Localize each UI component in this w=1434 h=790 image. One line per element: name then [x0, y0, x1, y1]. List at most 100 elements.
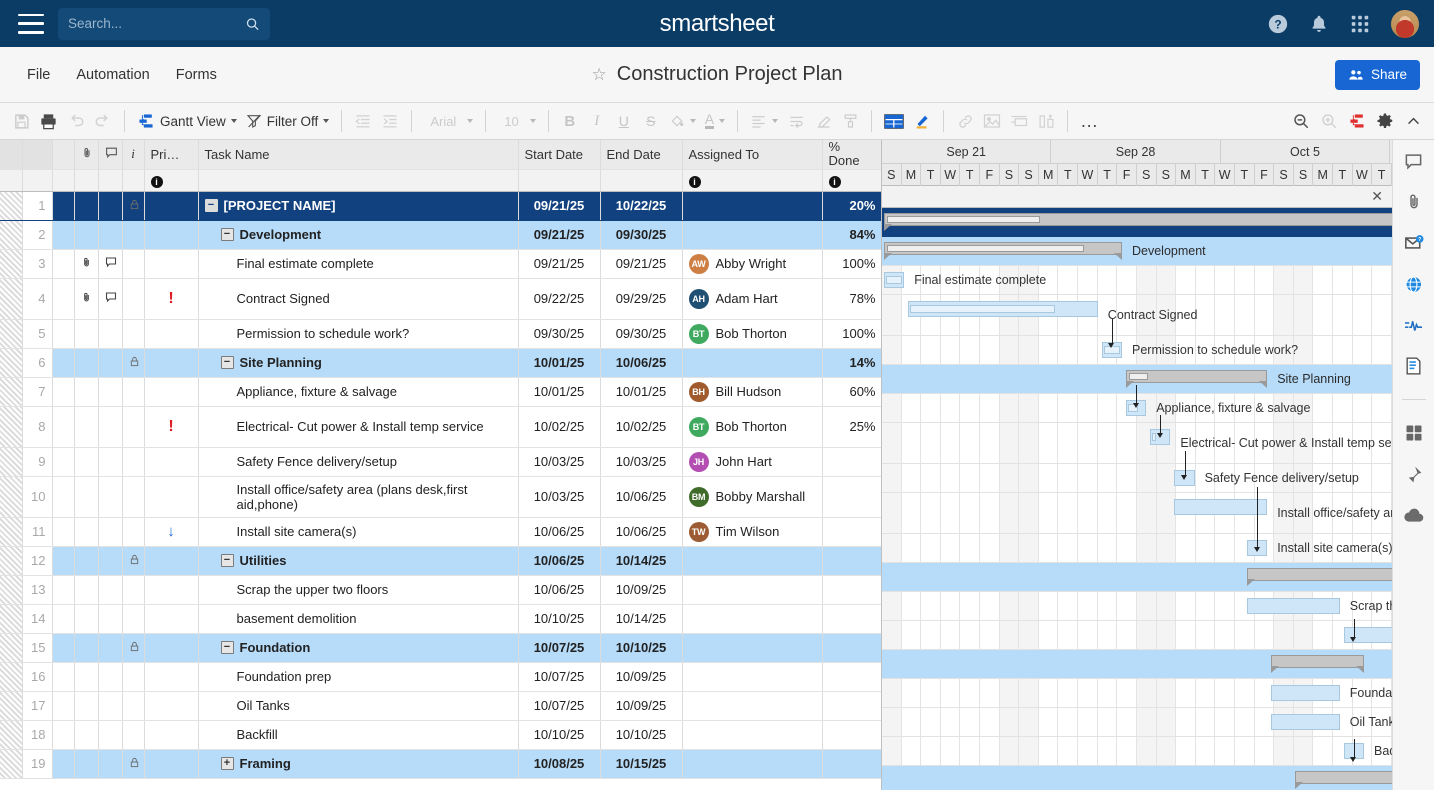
cell-start-date[interactable]: 10/06/25: [518, 517, 600, 546]
cell-comment[interactable]: [98, 191, 122, 220]
cell-comment[interactable]: [98, 377, 122, 406]
gantt-row[interactable]: Install office/safety area (plans desk,f…: [882, 493, 1392, 534]
close-timeline-icon[interactable]: ✕: [1371, 188, 1383, 205]
cell-end-date[interactable]: 10/09/25: [600, 691, 682, 720]
cell-attachment[interactable]: [74, 604, 98, 633]
cell-start-date[interactable]: 09/30/25: [518, 319, 600, 348]
cell-start-date[interactable]: 09/21/25: [518, 220, 600, 249]
cell-assigned-to[interactable]: [682, 348, 822, 377]
cell-assigned-to[interactable]: [682, 191, 822, 220]
more-options-button[interactable]: …: [1076, 107, 1103, 135]
cell-comment[interactable]: [98, 575, 122, 604]
cell-attachment[interactable]: [74, 633, 98, 662]
cell-priority[interactable]: [144, 220, 198, 249]
cell-percent-done[interactable]: [822, 691, 882, 720]
cell-assigned-to[interactable]: BMBobby Marshall: [682, 476, 822, 517]
font-size-selector[interactable]: 10: [494, 107, 539, 135]
info-icon[interactable]: i: [689, 176, 701, 188]
gantt-row[interactable]: Oil Tanks: [882, 708, 1392, 737]
cell-lock[interactable]: [122, 604, 144, 633]
cell-assigned-to[interactable]: [682, 633, 822, 662]
cell-lock[interactable]: [122, 691, 144, 720]
cell-lock[interactable]: [122, 377, 144, 406]
cell-comment[interactable]: [98, 662, 122, 691]
cell-taskname[interactable]: −[PROJECT NAME]: [198, 191, 518, 220]
cell-percent-done[interactable]: 20%: [822, 191, 882, 220]
cell-lock[interactable]: [122, 517, 144, 546]
header-percentdone[interactable]: % Done: [822, 140, 882, 169]
cell-start-date[interactable]: 10/03/25: [518, 476, 600, 517]
hamburger-menu-icon[interactable]: [18, 14, 44, 34]
cell-end-date[interactable]: 10/14/25: [600, 604, 682, 633]
cell-attachment[interactable]: [74, 720, 98, 749]
row-handle[interactable]: [0, 278, 22, 319]
row-handle[interactable]: [0, 191, 22, 220]
pin-icon[interactable]: [1403, 463, 1425, 485]
header-attachment[interactable]: [74, 140, 98, 169]
cell-comment[interactable]: [98, 278, 122, 319]
cell-end-date[interactable]: 10/09/25: [600, 662, 682, 691]
cell-assigned-to[interactable]: AWAbby Wright: [682, 249, 822, 278]
cell-taskname[interactable]: Oil Tanks: [198, 691, 518, 720]
cell-priority[interactable]: [144, 691, 198, 720]
info-icon[interactable]: i: [829, 176, 841, 188]
gantt-task-bar[interactable]: [1247, 540, 1267, 556]
menu-item-automation[interactable]: Automation: [63, 61, 162, 89]
cell-end-date[interactable]: 10/14/25: [600, 546, 682, 575]
gantt-row[interactable]: Site Planning: [882, 365, 1392, 394]
gantt-summary-bar[interactable]: [884, 213, 1392, 226]
cell-percent-done[interactable]: [822, 476, 882, 517]
cell-start-date[interactable]: 09/22/25: [518, 278, 600, 319]
cell-taskname[interactable]: −Utilities: [198, 546, 518, 575]
cell-attachment[interactable]: [74, 220, 98, 249]
summary-icon[interactable]: [1403, 355, 1425, 377]
cell-taskname[interactable]: Appliance, fixture & salvage: [198, 377, 518, 406]
row-handle[interactable]: [0, 377, 22, 406]
cell-attachment[interactable]: [74, 191, 98, 220]
row-handle[interactable]: [0, 604, 22, 633]
table-row[interactable]: 16Foundation prep10/07/2510/09/25: [0, 662, 882, 691]
cell-lock[interactable]: [122, 575, 144, 604]
cell-taskname[interactable]: Install office/safety area (plans desk,f…: [198, 476, 518, 517]
row-toggle-icon[interactable]: −: [221, 356, 234, 369]
cell-assigned-to[interactable]: BHBill Hudson: [682, 377, 822, 406]
cell-priority[interactable]: [144, 546, 198, 575]
cell-end-date[interactable]: 10/02/25: [600, 406, 682, 447]
cell-end-date[interactable]: 09/30/25: [600, 220, 682, 249]
user-avatar[interactable]: [1390, 9, 1420, 39]
cell-priority[interactable]: [144, 377, 198, 406]
settings-button[interactable]: [1372, 107, 1398, 135]
cell-start-date[interactable]: 10/10/25: [518, 604, 600, 633]
gantt-task-bar[interactable]: [1344, 743, 1364, 759]
view-selector[interactable]: Gantt View: [133, 107, 241, 135]
cell-priority[interactable]: [144, 633, 198, 662]
cell-taskname[interactable]: Contract Signed: [198, 278, 518, 319]
table-row[interactable]: 9Safety Fence delivery/setup10/03/2510/0…: [0, 447, 882, 476]
cell-lock[interactable]: [122, 191, 144, 220]
header-info[interactable]: i: [122, 140, 144, 169]
gantt-summary-bar[interactable]: [1295, 771, 1392, 784]
gantt-row[interactable]: Contract Signed: [882, 295, 1392, 336]
cell-end-date[interactable]: 09/21/25: [600, 249, 682, 278]
row-handle[interactable]: [0, 546, 22, 575]
cell-start-date[interactable]: 10/01/25: [518, 377, 600, 406]
cell-assigned-to[interactable]: AHAdam Hart: [682, 278, 822, 319]
cell-percent-done[interactable]: [822, 575, 882, 604]
gantt-row[interactable]: Electrical- Cut power & Install temp ser…: [882, 423, 1392, 464]
cell-assigned-to[interactable]: [682, 662, 822, 691]
cell-assigned-to[interactable]: JHJohn Hart: [682, 447, 822, 476]
cell-lock[interactable]: [122, 633, 144, 662]
sheet-grid[interactable]: i Pri… Task Name Start Date End Date Ass…: [0, 140, 882, 790]
cell-attachment[interactable]: [74, 517, 98, 546]
cell-lock[interactable]: [122, 662, 144, 691]
menu-item-file[interactable]: File: [14, 61, 63, 89]
cell-priority[interactable]: [144, 720, 198, 749]
cell-comment[interactable]: [98, 749, 122, 778]
share-button[interactable]: Share: [1335, 60, 1420, 90]
header-comment[interactable]: [98, 140, 122, 169]
cell-taskname[interactable]: −Foundation: [198, 633, 518, 662]
hierarchy-button[interactable]: [1033, 107, 1059, 135]
text-color-button[interactable]: A: [701, 107, 729, 135]
row-toggle-icon[interactable]: −: [221, 554, 234, 567]
row-handle[interactable]: [0, 447, 22, 476]
